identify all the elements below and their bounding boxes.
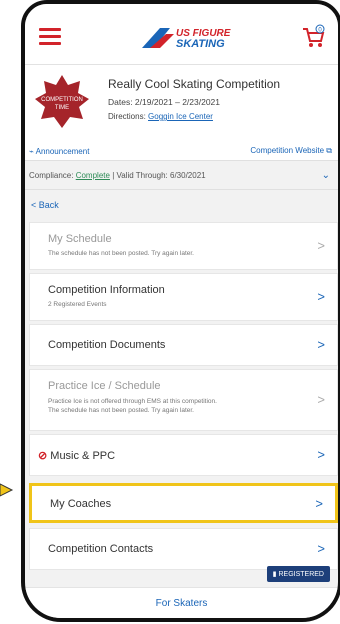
compliance-label: Compliance: xyxy=(29,171,74,180)
menu-item-my-schedule[interactable]: My Schedule The schedule has not been po… xyxy=(29,222,338,270)
hamburger-icon[interactable] xyxy=(39,28,61,49)
menu-item-practice-ice[interactable]: Practice Ice / Schedule Practice Ice is … xyxy=(29,369,338,431)
chevron-right-icon: > xyxy=(317,238,325,253)
chevron-right-icon: > xyxy=(317,392,325,407)
chevron-right-icon: > xyxy=(317,447,325,462)
shield-icon: ▮ xyxy=(272,571,277,578)
compliance-status-link[interactable]: Complete xyxy=(76,171,110,180)
registered-label: REGISTERED xyxy=(278,571,324,578)
chevron-down-icon[interactable]: ⌄ xyxy=(322,161,330,191)
menu-item-title: My Schedule xyxy=(48,233,112,245)
pointer-arrow-icon xyxy=(0,483,14,497)
chevron-right-icon: > xyxy=(317,541,325,556)
competition-header: COMPETITION TIME Really Cool Skating Com… xyxy=(25,64,338,160)
chevron-right-icon: > xyxy=(317,337,325,352)
svg-text:SKATING: SKATING xyxy=(176,38,225,50)
registered-badge: ▮ REGISTERED xyxy=(266,566,330,582)
competition-website-link[interactable]: Competition Website ⧉ xyxy=(250,146,332,156)
menu-item-title: Competition Contacts xyxy=(48,543,154,555)
menu-item-title-text: Music & PPC xyxy=(50,450,116,462)
back-label: Back xyxy=(38,200,59,210)
svg-text:TIME: TIME xyxy=(55,105,69,111)
chevron-left-icon: < xyxy=(31,200,37,210)
menu-item-my-coaches[interactable]: My Coaches > xyxy=(29,483,338,523)
menu-item-competition-contacts[interactable]: Competition Contacts > xyxy=(29,528,338,570)
directions-link[interactable]: Goggin Ice Center xyxy=(148,112,213,121)
competition-title: Really Cool Skating Competition xyxy=(108,77,281,91)
megaphone-icon: ⌁ xyxy=(29,147,34,156)
compliance-valid: | Valid Through: 6/30/2021 xyxy=(112,171,206,180)
menu-item-subtitle: 2 Registered Events xyxy=(48,301,107,308)
usfs-logo[interactable]: US FIGURE SKATING xyxy=(140,24,240,50)
menu-item-competition-documents[interactable]: Competition Documents > xyxy=(29,324,338,366)
competition-badge-icon: COMPETITION TIME xyxy=(35,75,89,128)
menu-item-music-ppc[interactable]: ⊘ Music & PPC > xyxy=(29,434,338,476)
phone-frame: US FIGURE SKATING 0 COMPETITION TIME Rea… xyxy=(21,0,340,622)
menu-item-subtitle-2: The schedule has not been posted. Try ag… xyxy=(48,407,194,414)
svg-text:COMPETITION: COMPETITION xyxy=(41,97,83,103)
chevron-right-icon: > xyxy=(317,289,325,304)
menu-item-title: My Coaches xyxy=(50,498,112,510)
website-label: Competition Website xyxy=(250,146,325,155)
prohibited-icon: ⊘ xyxy=(38,450,48,462)
external-link-icon: ⧉ xyxy=(326,146,332,155)
cart-icon[interactable]: 0 xyxy=(300,24,326,50)
directions-label: Directions: xyxy=(108,112,146,121)
top-bar: US FIGURE SKATING 0 xyxy=(25,4,338,64)
announcement-link[interactable]: ⌁ Announcement xyxy=(29,147,89,156)
back-link[interactable]: < Back xyxy=(25,190,338,216)
chevron-right-icon: > xyxy=(315,496,323,511)
menu-item-title: Competition Documents xyxy=(48,339,166,351)
menu-item-subtitle: The schedule has not been posted. Try ag… xyxy=(48,250,194,257)
footer-for-skaters[interactable]: For Skaters xyxy=(25,587,338,618)
menu-item-subtitle: Practice Ice is not offered through EMS … xyxy=(48,398,217,405)
menu-item-title: Competition Information xyxy=(48,284,165,296)
announcement-label: Announcement xyxy=(35,147,90,156)
menu-item-title: Practice Ice / Schedule xyxy=(48,380,161,392)
compliance-bar[interactable]: Compliance: Complete | Valid Through: 6/… xyxy=(25,160,338,190)
menu-item-title: ⊘ Music & PPC xyxy=(38,449,115,462)
competition-dates: Dates: 2/19/2021 – 2/23/2021 xyxy=(108,97,221,107)
competition-directions: Directions: Goggin Ice Center xyxy=(108,112,213,121)
menu-item-competition-information[interactable]: Competition Information 2 Registered Eve… xyxy=(29,273,338,321)
